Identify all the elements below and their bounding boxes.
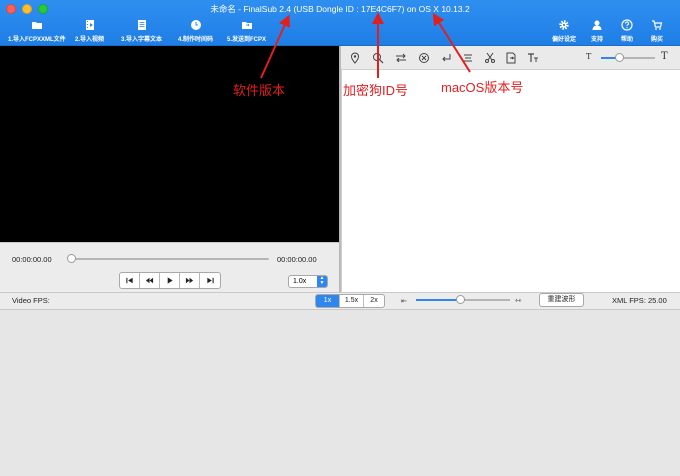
playback-rate-select[interactable]: 1.0x ▲ ▼ <box>288 275 328 288</box>
location-pin-icon[interactable] <box>349 52 361 64</box>
send-folder-icon <box>241 18 253 31</box>
align-icon[interactable] <box>462 52 474 64</box>
import-subtitle-text-button[interactable]: 3.导入字幕文本 <box>121 18 162 43</box>
rewind-icon <box>145 277 154 284</box>
waveform-area[interactable] <box>0 310 680 476</box>
make-timecode-button[interactable]: 4.制作时间码 <box>178 18 213 43</box>
toolbar-item-label: 3.导入字幕文本 <box>121 37 163 43</box>
window-title: 未命名 - FinalSub 2.4 (USB Dongle ID : 17E4… <box>210 4 470 14</box>
buy-button[interactable]: 购买 <box>651 18 663 43</box>
film-icon <box>84 18 96 31</box>
swap-icon[interactable] <box>395 52 407 64</box>
import-video-button[interactable]: 2.导入视频 <box>75 18 104 43</box>
fast-forward-icon <box>185 277 194 284</box>
transport-buttons <box>119 272 221 289</box>
import-fcpxml-button[interactable]: 1.导入FCPXXML文件 <box>8 18 66 43</box>
waveform-expand-icon: ⇿ <box>515 296 522 305</box>
search-icon[interactable] <box>372 52 384 64</box>
toolbar-item-label: 2.导入视频 <box>75 37 105 43</box>
toolbar-item-label: 购买 <box>651 37 664 43</box>
waveform-zoom-handle[interactable] <box>456 295 465 304</box>
annotation-software-version: 软件版本 <box>233 83 286 98</box>
text-size-large-icon: T <box>661 51 668 62</box>
video-fps-label: Video FPS: <box>12 296 50 305</box>
play-button[interactable] <box>160 273 180 288</box>
person-icon <box>591 18 603 31</box>
speed-option-1x[interactable]: 1x <box>316 295 340 307</box>
rebuild-waveform-button[interactable]: 重建波形 <box>539 293 584 307</box>
close-circle-icon[interactable] <box>418 52 430 64</box>
preferences-button[interactable]: 偏好设定 <box>552 18 576 43</box>
folder-icon <box>31 18 43 31</box>
rate-stepper-icon[interactable]: ▲ ▼ <box>317 276 327 287</box>
toolbar: 未命名 - FinalSub 2.4 (USB Dongle ID : 17E4… <box>0 0 680 46</box>
toolbar-item-label: 支持 <box>591 37 604 43</box>
text-size-small-icon: T <box>586 52 592 61</box>
toolbar-item-label: 5.发送到FCPX <box>227 37 267 43</box>
fast-forward-button[interactable] <box>180 273 200 288</box>
waveform-zoom-fill <box>416 299 461 301</box>
help-icon <box>621 18 633 31</box>
skip-end-icon <box>206 277 214 284</box>
scissors-icon[interactable] <box>484 52 496 64</box>
playback-rate-value: 1.0x <box>293 278 307 285</box>
skip-end-button[interactable] <box>200 273 220 288</box>
speed-option-1-5x[interactable]: 1.5x <box>340 295 364 307</box>
subtitle-editor[interactable] <box>341 70 680 292</box>
current-time: 00:00:00.00 <box>12 255 52 264</box>
annotation-macos-version: macOS版本号 <box>441 80 524 95</box>
toolbar-item-label: 1.导入FCPXXML文件 <box>8 37 66 43</box>
video-preview[interactable] <box>0 46 339 242</box>
text-size-slider-handle[interactable] <box>615 53 624 62</box>
scrubber-handle[interactable] <box>67 254 76 263</box>
skip-start-button[interactable] <box>120 273 140 288</box>
waveform-shrink-icon: ⇤ <box>401 298 407 305</box>
rewind-button[interactable] <box>140 273 160 288</box>
return-icon[interactable] <box>440 52 452 64</box>
total-time: 00:00:00.00 <box>277 255 317 264</box>
clock-icon <box>190 18 202 31</box>
speed-segmented-control: 1x 1.5x 2x <box>315 294 385 308</box>
skip-start-icon <box>126 277 133 284</box>
document-icon <box>136 18 148 31</box>
send-to-fcpx-button[interactable]: 5.发送到FCPX <box>227 18 266 43</box>
toolbar-item-label: 4.制作时间码 <box>178 37 214 43</box>
toolbar-item-label: 偏好设定 <box>552 37 577 43</box>
toolbar-item-label: 帮助 <box>621 37 634 43</box>
gear-icon <box>558 18 570 31</box>
timeline-scrubber[interactable] <box>71 258 269 260</box>
support-button[interactable]: 支持 <box>591 18 603 43</box>
cart-icon <box>651 18 663 31</box>
xml-fps-label: XML FPS: 25.00 <box>612 296 667 305</box>
annotation-dongle-id: 加密狗ID号 <box>343 83 409 98</box>
document-icon[interactable] <box>505 52 517 64</box>
speed-option-2x[interactable]: 2x <box>364 295 384 307</box>
play-icon <box>167 277 173 284</box>
help-button[interactable]: 帮助 <box>621 18 633 43</box>
text-format-icon[interactable] <box>527 52 539 64</box>
